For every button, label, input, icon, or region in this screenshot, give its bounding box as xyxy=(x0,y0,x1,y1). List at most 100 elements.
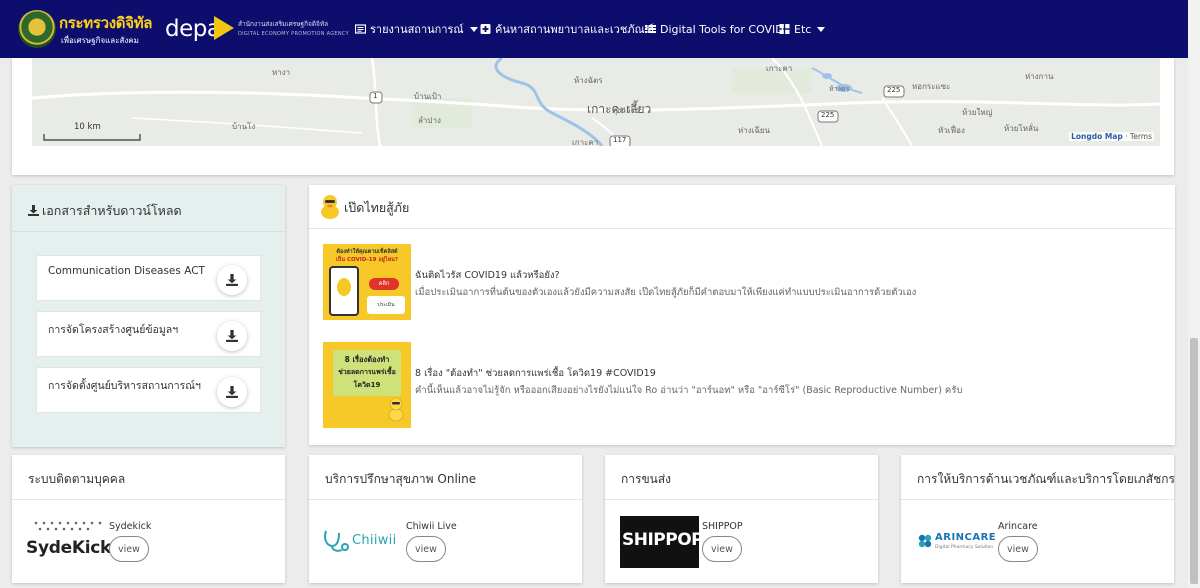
scrollbar-thumb[interactable] xyxy=(1190,338,1198,584)
stethoscope-icon xyxy=(324,530,349,552)
map-place-label: ห่างกาน xyxy=(1025,72,1054,81)
longdo-map-link[interactable]: Longdo Map xyxy=(1071,132,1123,141)
map-place-label: ห้างฉัตร xyxy=(574,76,603,85)
divider xyxy=(901,499,1174,500)
nav-menu-report-label: รายงานสถานการณ์ xyxy=(370,23,464,36)
download-button[interactable] xyxy=(217,377,247,407)
map-place-label: เกาะคา xyxy=(766,64,793,73)
downloads-title: เอกสารสำหรับดาวน์โหลด xyxy=(28,201,182,221)
mdes-logo-text: กระทรวงดิจิทัล xyxy=(59,14,153,32)
download-item-label: Communication Diseases ACT xyxy=(48,265,205,277)
map-place-label: ห่างเฉียน xyxy=(738,126,771,135)
service-card-pharmacy: การให้บริการด้านเวชภัณฑ์และบริการโดยเภสั… xyxy=(901,455,1175,583)
thumb-click-badge: คลิก xyxy=(369,278,399,290)
divider xyxy=(605,499,878,500)
nav-menu-hospital-search-label: ค้นหาสถานพยาบาลและเวชภัณฑ์ xyxy=(495,23,654,36)
news-item-title[interactable]: ฉันติดไวรัส COVID19 แล้วหรือยัง? xyxy=(415,268,560,283)
nav-menu-digital-tools[interactable]: Digital Tools for COVID xyxy=(645,20,784,38)
news-item[interactable]: ต้องทำให้คุณตามเช็คลิสต์ เป็น COVID-19 อ… xyxy=(323,244,1163,330)
download-item[interactable]: Communication Diseases ACT xyxy=(36,255,261,301)
depa-triangle-icon xyxy=(214,16,234,40)
arincare-logo-subtext: Digital Pharmacy Solution xyxy=(935,545,994,550)
map-road-number: 1 xyxy=(373,92,378,100)
service-provider-name: SHIPPOP xyxy=(702,521,743,532)
nav-menu-etc-label: Etc xyxy=(794,22,812,36)
plus-square-icon xyxy=(480,24,491,34)
service-card-title: บริการปรึกษาสุขภาพ Online xyxy=(325,472,477,486)
download-icon xyxy=(28,205,39,216)
download-item[interactable]: การจัดตั้งศูนย์บริหารสถานการณ์ฯ xyxy=(36,367,261,413)
depa-logo-subtext-en: DIGITAL ECONOMY PROMOTION AGENCY xyxy=(238,31,349,37)
service-provider-name: Arincare xyxy=(998,521,1038,532)
thumb-text: 8 เรื่องต้องทำ xyxy=(344,355,390,364)
view-button[interactable]: view xyxy=(109,536,149,562)
nav-menu-digital-tools-label: Digital Tools for COVID xyxy=(660,22,784,36)
view-button[interactable]: view xyxy=(406,536,446,562)
longdo-map[interactable]: หางา ห้างฉัตร เกาะคา ห้างดร หอกระแซะ ห่า… xyxy=(32,58,1160,146)
map-place-label: ห้างดร xyxy=(829,85,850,93)
page-scrollbar[interactable] xyxy=(1188,0,1200,588)
map-road-number: 117 xyxy=(613,136,627,144)
depa-logo[interactable]: depa สำนักงานส่งเสริมเศรษฐกิจดิจิทัล DIG… xyxy=(165,12,349,48)
divider xyxy=(309,499,582,500)
map-place-label: ลำปาง xyxy=(418,116,441,125)
arincare-mark-icon xyxy=(918,534,932,548)
news-item[interactable]: 8 เรื่องต้องทำ ช่วยลดการแพร่เชื้อ โควิด1… xyxy=(323,342,1163,428)
grid-icon xyxy=(779,24,790,34)
map-place-label: บ้านโง xyxy=(232,122,256,131)
chiwii-logo-text: Chiiwii xyxy=(352,533,397,548)
download-item-label: การจัดโครงสร้างศูนย์ข้อมูลฯ xyxy=(48,324,179,336)
nav-menu-report[interactable]: รายงานสถานการณ์ xyxy=(355,20,478,38)
download-icon xyxy=(226,386,238,398)
service-card-health-consult: บริการปรึกษาสุขภาพ Online Chiiwii Chiwii… xyxy=(309,455,582,583)
download-item[interactable]: การจัดโครงสร้างศูนย์ข้อมูลฯ xyxy=(36,311,261,357)
chiwii-logo[interactable]: Chiiwii xyxy=(323,529,405,557)
phone-graphic xyxy=(329,266,359,316)
depa-logo-subtext-th: สำนักงานส่งเสริมเศรษฐกิจดิจิทัล xyxy=(238,20,329,28)
mdes-logo[interactable]: กระทรวงดิจิทัล เพื่อเศรษฐกิจและสังคม xyxy=(14,8,154,50)
shippop-logo[interactable]: SHIPPOP xyxy=(620,516,704,568)
top-navbar: กระทรวงดิจิทัล เพื่อเศรษฐกิจและสังคม dep… xyxy=(0,0,1188,58)
map-card: หางา ห้างฉัตร เกาะคา ห้างดร หอกระแซะ ห่า… xyxy=(12,58,1174,175)
download-icon xyxy=(226,330,238,342)
download-button[interactable] xyxy=(217,321,247,351)
map-road-number: 225 xyxy=(821,111,835,119)
news-thumbnail[interactable]: ต้องทำให้คุณตามเช็คลิสต์ เป็น COVID-19 อ… xyxy=(323,244,411,330)
caret-down-icon xyxy=(817,26,826,32)
divider xyxy=(12,499,285,500)
map-place-label: หอกระแซะ xyxy=(912,82,951,91)
service-card-shipping: การขนส่ง SHIPPOP SHIPPOP view xyxy=(605,455,878,583)
news-thumbnail[interactable]: 8 เรื่องต้องทำ ช่วยลดการแพร่เชื้อ โควิด1… xyxy=(323,342,411,428)
news-title: เป๊ดไทยสู้ภัย xyxy=(344,200,410,215)
ministry-emblem-icon xyxy=(18,10,56,48)
map-terms-link[interactable]: Terms xyxy=(1130,132,1152,141)
map-place-label: ห้วยโหลั่น xyxy=(1004,124,1039,133)
news-item-desc: คำนี้เห็นแล้วอาจไม่รู้จัก หรือออกเสียงอย… xyxy=(415,385,963,396)
map-place-label: เกาะคา xyxy=(572,138,599,146)
news-card: เป๊ดไทยสู้ภัย ต้องทำให้คุณตามเช็คลิสต์ เ… xyxy=(309,185,1175,445)
map-attribution: Longdo Map · Terms xyxy=(1069,132,1154,141)
service-card-title: การให้บริการด้านเวชภัณฑ์และบริการโดยเภสั… xyxy=(917,472,1175,486)
thumb-footer xyxy=(323,320,411,330)
map-place-label: หัวเฟื่อง xyxy=(938,126,965,135)
caret-down-icon xyxy=(469,26,478,32)
view-button[interactable]: view xyxy=(998,536,1038,562)
duck-mascot-icon xyxy=(337,278,351,296)
shippop-logo-text: SHIPPOP xyxy=(622,530,704,550)
downloads-title-text: เอกสารสำหรับดาวน์โหลด xyxy=(42,203,182,218)
newspaper-icon xyxy=(355,24,366,34)
arincare-logo[interactable]: ARINCARE Digital Pharmacy Solution xyxy=(917,530,999,554)
service-card-tracking: ระบบติดตามบุคคล SydeKick Sydekick view xyxy=(12,455,285,583)
nav-menu-hospital-search[interactable]: ค้นหาสถานพยาบาลและเวชภัณฑ์ xyxy=(480,20,654,38)
news-item-title[interactable]: 8 เรื่อง "ต้องทำ" ช่วยลดการแพร่เชื้อ โคว… xyxy=(415,366,656,381)
download-button[interactable] xyxy=(217,265,247,295)
map-place-label: ห้วยใหญ่ xyxy=(962,108,993,117)
view-button[interactable]: view xyxy=(702,536,742,562)
nav-menu-etc[interactable]: Etc xyxy=(779,20,826,38)
sydekick-logo[interactable]: SydeKick xyxy=(26,519,111,563)
map-scale-label: 10 km xyxy=(74,122,101,132)
divider xyxy=(12,231,285,232)
thumb-text: ประเมิน xyxy=(367,296,405,314)
thumb-text: เป็น COVID-19 อยู่ไหม? xyxy=(335,257,399,263)
service-provider-name: Chiwii Live xyxy=(406,521,457,532)
